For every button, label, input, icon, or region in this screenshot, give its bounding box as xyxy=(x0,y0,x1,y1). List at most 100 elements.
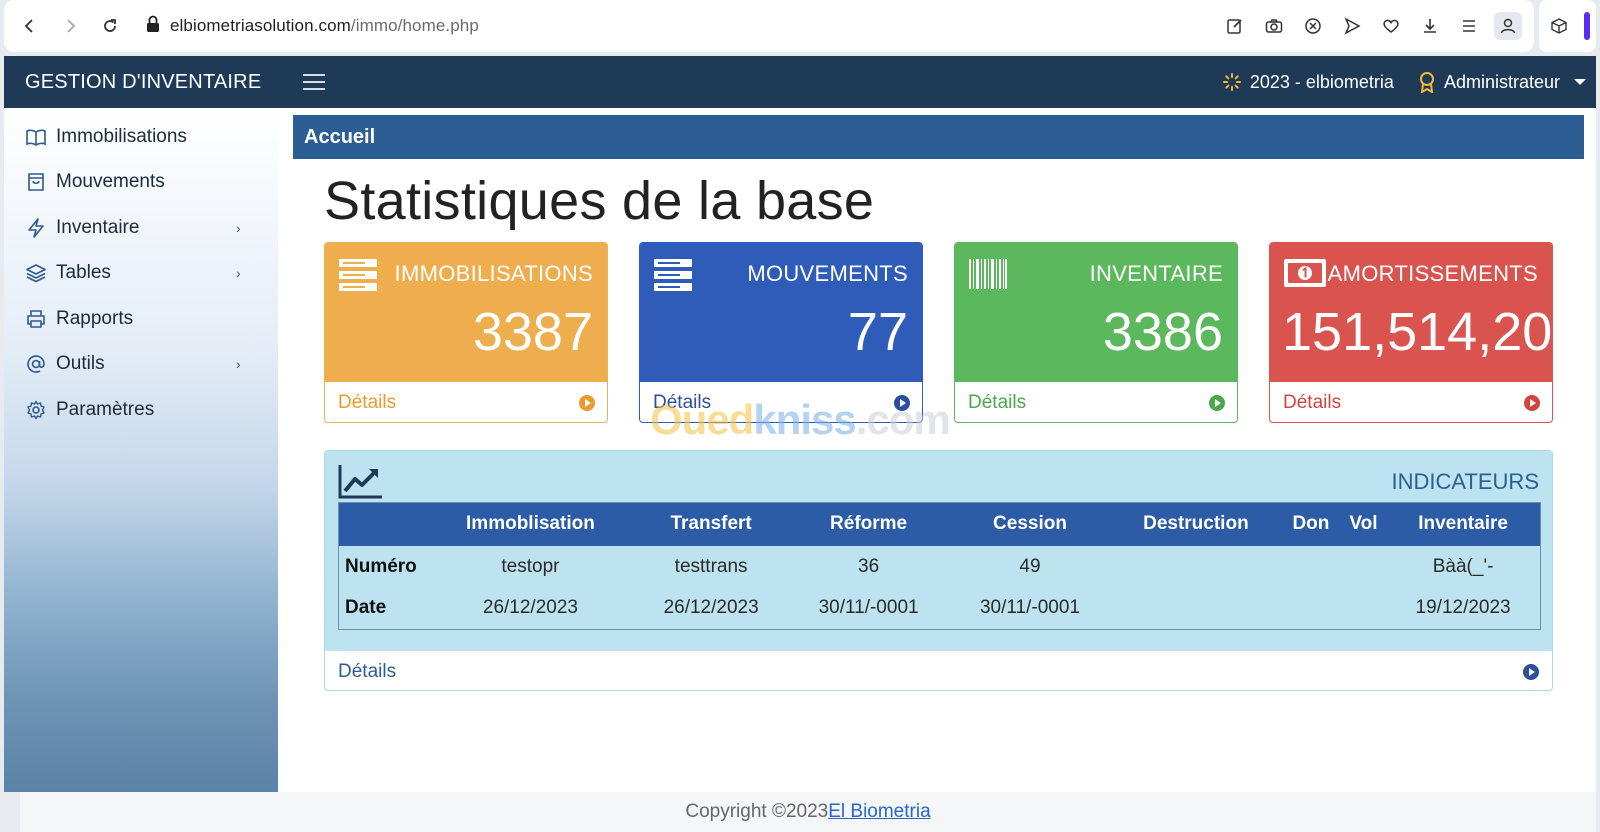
printer-icon xyxy=(24,307,48,331)
bag-icon xyxy=(24,170,48,194)
sidebar-item-parametres[interactable]: Paramètres xyxy=(4,387,278,433)
menu-lines-icon[interactable] xyxy=(1455,12,1483,40)
at-icon xyxy=(24,352,48,376)
sidebar-item-label: Paramètres xyxy=(56,398,155,420)
lightning-icon xyxy=(24,216,48,240)
address-bar[interactable]: elbiometriasolution.com/immo/home.php xyxy=(170,16,479,36)
camera-icon[interactable] xyxy=(1260,12,1288,40)
card-value: 77 xyxy=(847,302,908,362)
column-header: Immoblisation xyxy=(466,513,595,535)
row-label: Numéro xyxy=(345,555,417,577)
cube-icon[interactable] xyxy=(1545,12,1573,40)
table-cell: testtrans xyxy=(674,555,748,577)
money-icon xyxy=(1284,259,1326,287)
sidebar-item-rapports[interactable]: Rapports xyxy=(4,296,278,342)
table-cell xyxy=(1111,546,1281,588)
arrow-circle-right-icon xyxy=(1209,395,1225,411)
arrow-left-icon xyxy=(24,19,33,33)
card-value: 3387 xyxy=(472,302,593,362)
column-header: Destruction xyxy=(1143,513,1249,535)
card-title: INVENTAIRE xyxy=(1089,261,1223,286)
shield-block-icon[interactable] xyxy=(1299,12,1327,40)
table-cell xyxy=(1111,588,1281,630)
column-header: Réforme xyxy=(830,513,908,535)
table-cell: Bàà(_'- xyxy=(1432,555,1494,577)
table-cell: 49 xyxy=(1019,555,1041,577)
chevron-right-icon: › xyxy=(236,265,241,282)
table-cell: 26/12/2023 xyxy=(482,597,578,619)
sidebar-item-label: Outils xyxy=(56,353,105,375)
indicators-details-link[interactable]: Détails xyxy=(325,651,1552,690)
page-banner: Accueil xyxy=(293,115,1584,159)
table-cell: testopr xyxy=(501,555,560,577)
sidebar-item-outils[interactable]: Outils › xyxy=(4,342,278,388)
app-header: GESTION D'INVENTAIRE 2023 - elbiometria … xyxy=(4,56,1596,108)
sidebar-item-label: Mouvements xyxy=(56,171,165,193)
table-cell: 19/12/2023 xyxy=(1415,597,1511,619)
card-value: 3386 xyxy=(1102,302,1223,362)
browser-extension-area xyxy=(1539,0,1596,52)
card-details-link[interactable]: Détails xyxy=(640,382,922,422)
edit-icon[interactable] xyxy=(1221,12,1249,40)
card-details-link[interactable]: Détails xyxy=(325,382,607,422)
barcode-icon xyxy=(969,259,1007,289)
sidebar: Immobilisations Mouvements Inventaire › … xyxy=(4,108,278,792)
year-label: 2023 - elbiometria xyxy=(1249,71,1394,92)
arrow-circle-right-icon xyxy=(1523,663,1539,680)
gear-icon xyxy=(24,398,48,422)
arrow-circle-right-icon xyxy=(1524,395,1540,411)
line-chart-icon xyxy=(338,465,382,499)
back-button[interactable] xyxy=(16,12,44,40)
table-cell xyxy=(1341,546,1386,588)
download-icon[interactable] xyxy=(1416,12,1444,40)
card-details-link[interactable]: Détails xyxy=(955,382,1237,422)
table-cell xyxy=(1281,588,1341,630)
year-selector[interactable]: 2023 - elbiometria xyxy=(1222,72,1394,93)
server-icon xyxy=(654,259,692,291)
forward-button[interactable] xyxy=(56,12,84,40)
row-label: Date xyxy=(345,597,387,619)
card-details-link[interactable]: Détails xyxy=(1270,382,1552,422)
sidebar-item-tables[interactable]: Tables › xyxy=(4,251,278,297)
award-icon xyxy=(1419,72,1434,93)
server-icon xyxy=(339,259,377,291)
indicators-title: INDICATEURS xyxy=(1391,469,1540,494)
caret-down-icon xyxy=(1574,79,1586,85)
column-header: Inventaire xyxy=(1418,513,1508,535)
user-menu[interactable]: Administrateur xyxy=(1418,71,1586,93)
sidebar-toggle-bar[interactable] xyxy=(1584,12,1591,40)
table-row: Numéro testopr testtrans 36 49 Bàà(_'- xyxy=(339,546,1541,588)
reload-icon xyxy=(104,19,116,32)
send-icon[interactable] xyxy=(1338,12,1366,40)
sidebar-item-inventaire[interactable]: Inventaire › xyxy=(4,205,278,251)
card-title: IMMOBILISATIONS xyxy=(394,261,593,286)
lock-icon[interactable] xyxy=(146,15,160,38)
table-cell: 26/12/2023 xyxy=(663,597,759,619)
app-title[interactable]: GESTION D'INVENTAIRE xyxy=(25,71,261,94)
main-content: Accueil Statistiques de la base IMMOBILI… xyxy=(278,108,1596,792)
heart-icon[interactable] xyxy=(1377,12,1405,40)
sidebar-item-label: Tables xyxy=(56,262,111,284)
url-domain: elbiometriasolution.com xyxy=(170,16,351,35)
table-cell: 30/11/-0001 xyxy=(818,597,919,619)
table-header-row: Immoblisation Transfert Réforme Cession … xyxy=(338,502,1541,546)
column-header: Don xyxy=(1292,513,1330,535)
profile-icon[interactable] xyxy=(1494,12,1522,40)
sidebar-item-label: Rapports xyxy=(56,307,134,329)
arrow-circle-right-icon xyxy=(579,395,595,411)
table-row: Date 26/12/2023 26/12/2023 30/11/-0001 3… xyxy=(339,588,1541,630)
details-label: Détails xyxy=(1283,392,1342,413)
sidebar-item-mouvements[interactable]: Mouvements xyxy=(4,160,278,206)
indicators-table: Immoblisation Transfert Réforme Cession … xyxy=(338,502,1541,630)
hamburger-menu-icon[interactable] xyxy=(303,74,326,90)
layers-icon xyxy=(24,261,48,285)
sidebar-item-immobilisations[interactable]: Immobilisations xyxy=(4,114,278,160)
browser-toolbar: elbiometriasolution.com/immo/home.php xyxy=(4,0,1534,52)
indicators-panel: INDICATEURS Immoblisation Transfert Réfo… xyxy=(324,450,1553,691)
column-header: Vol xyxy=(1349,513,1378,535)
footer-link[interactable]: El Biometria xyxy=(828,801,930,823)
card-immobilisations: IMMOBILISATIONS 3387 Détails xyxy=(324,242,608,423)
copyright-text: Copyright ©2023 xyxy=(685,801,829,822)
column-header: Transfert xyxy=(670,513,752,535)
reload-button[interactable] xyxy=(96,12,124,40)
